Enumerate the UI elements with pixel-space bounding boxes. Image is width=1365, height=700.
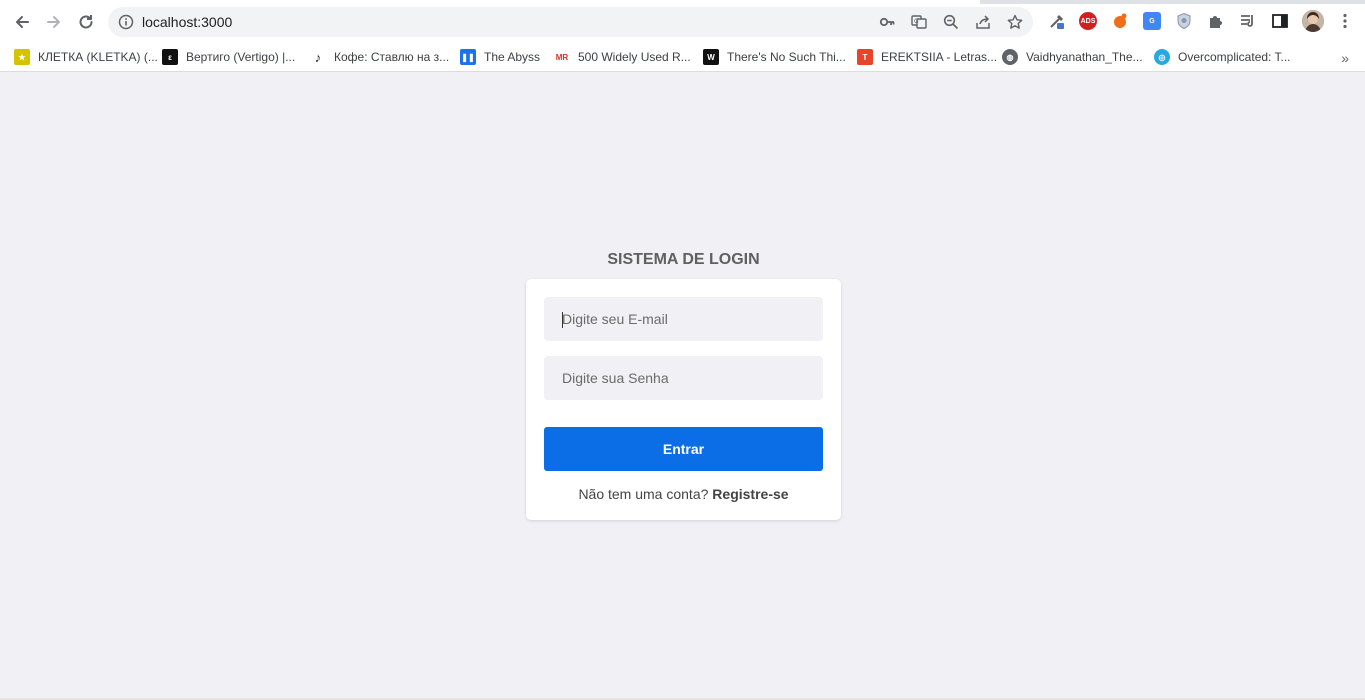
password-input[interactable] (544, 356, 823, 400)
puzzle-extensions-icon[interactable] (1207, 12, 1225, 30)
hand-extension-icon[interactable] (1111, 12, 1129, 30)
bookmark-label: 500 Widely Used R... (578, 50, 691, 64)
globe-favicon: ◍ (1002, 49, 1018, 65)
svg-text:G: G (914, 18, 919, 25)
bookmark-label: There's No Such Thi... (727, 50, 846, 64)
zoom-out-icon[interactable] (943, 14, 959, 30)
star-icon[interactable] (1007, 14, 1023, 30)
mr-favicon: MR (554, 49, 570, 65)
email-input[interactable] (544, 297, 823, 341)
info-icon[interactable] (118, 14, 134, 30)
key-icon[interactable] (879, 14, 895, 30)
active-tab[interactable] (0, 0, 980, 4)
reading-list-icon[interactable] (1239, 12, 1257, 30)
bookmark-item[interactable]: ε Вертиго (Vertigo) |... (162, 46, 295, 68)
circle-favicon: ◎ (1154, 49, 1170, 65)
signup-text: Não tem uma conta? Registre-se (526, 486, 841, 502)
signup-prompt: Não tem uma conta? (578, 486, 709, 502)
register-link[interactable]: Registre-se (712, 486, 788, 502)
text-cursor (562, 312, 563, 328)
kebab-menu-icon[interactable] (1336, 12, 1354, 30)
yellow-star-favicon: ★ (14, 49, 30, 65)
login-card: Entrar Não tem uma conta? Registre-se (526, 279, 841, 520)
arrow-right-icon (47, 16, 60, 28)
bookmark-label: The Abyss (484, 50, 541, 64)
bookmarks-bar: ★ КЛЕТКА (KLETKA) (... ε Вертиго (Vertig… (0, 42, 1365, 72)
pause-favicon: ❚❚ (460, 49, 476, 65)
bookmarks-overflow-icon[interactable]: » (1341, 50, 1349, 66)
dark-favicon: W (703, 49, 719, 65)
t-favicon: T (857, 49, 873, 65)
translate-icon[interactable]: G (911, 14, 927, 30)
reload-icon (79, 15, 93, 29)
bookmark-item[interactable]: T EREKTSIIA - Letras... (857, 46, 997, 68)
browser-toolbar: localhost:3000 G ADS G (0, 0, 1365, 42)
bookmark-item[interactable]: MR 500 Widely Used R... (554, 46, 691, 68)
bookmark-label: Vaidhyanathan_The... (1026, 50, 1143, 64)
reload-button[interactable] (74, 10, 98, 34)
adblock-label: ADS (1080, 17, 1096, 25)
login-button[interactable]: Entrar (544, 427, 823, 471)
vertigo-favicon: ε (162, 49, 178, 65)
side-panel-icon[interactable] (1271, 12, 1289, 30)
shield-extension-icon[interactable] (1175, 12, 1193, 30)
bookmark-item[interactable]: ◍ Vaidhyanathan_The... (1002, 46, 1143, 68)
bookmark-label: Overcomplicated: T... (1178, 50, 1291, 64)
bookmark-label: Кофе: Ставлю на з... (334, 50, 450, 64)
music-note-favicon: ♪ (310, 49, 326, 65)
forward-button[interactable] (42, 10, 66, 34)
bookmark-label: КЛЕТКА (KLETKA) (... (38, 50, 158, 64)
adblock-extension-icon[interactable]: ADS (1079, 12, 1097, 30)
bookmark-item[interactable]: ❚❚ The Abyss (460, 46, 540, 68)
url-text[interactable]: localhost:3000 (142, 14, 232, 30)
bookmark-label: EREKTSIIA - Letras... (881, 50, 998, 64)
translate-label: G (1149, 17, 1155, 25)
login-title: SISTEMA DE LOGIN (607, 251, 760, 268)
share-icon[interactable] (975, 14, 991, 30)
eyedropper-extension-icon[interactable] (1048, 12, 1066, 30)
bookmark-item[interactable]: W There's No Such Thi... (703, 46, 846, 68)
address-bar[interactable]: localhost:3000 G (108, 7, 1033, 37)
back-button[interactable] (10, 10, 34, 34)
tab-strip (0, 0, 1365, 4)
arrow-left-icon (16, 16, 29, 28)
bookmark-item[interactable]: ★ КЛЕТКА (KLETKA) (... (14, 46, 158, 68)
bookmark-item[interactable]: ♪ Кофе: Ставлю на з... (310, 46, 449, 68)
profile-avatar[interactable] (1302, 10, 1324, 32)
google-translate-extension-icon[interactable]: G (1143, 12, 1161, 30)
bookmark-label: Вертиго (Vertigo) |... (186, 50, 296, 64)
bookmark-item[interactable]: ◎ Overcomplicated: T... (1154, 46, 1291, 68)
